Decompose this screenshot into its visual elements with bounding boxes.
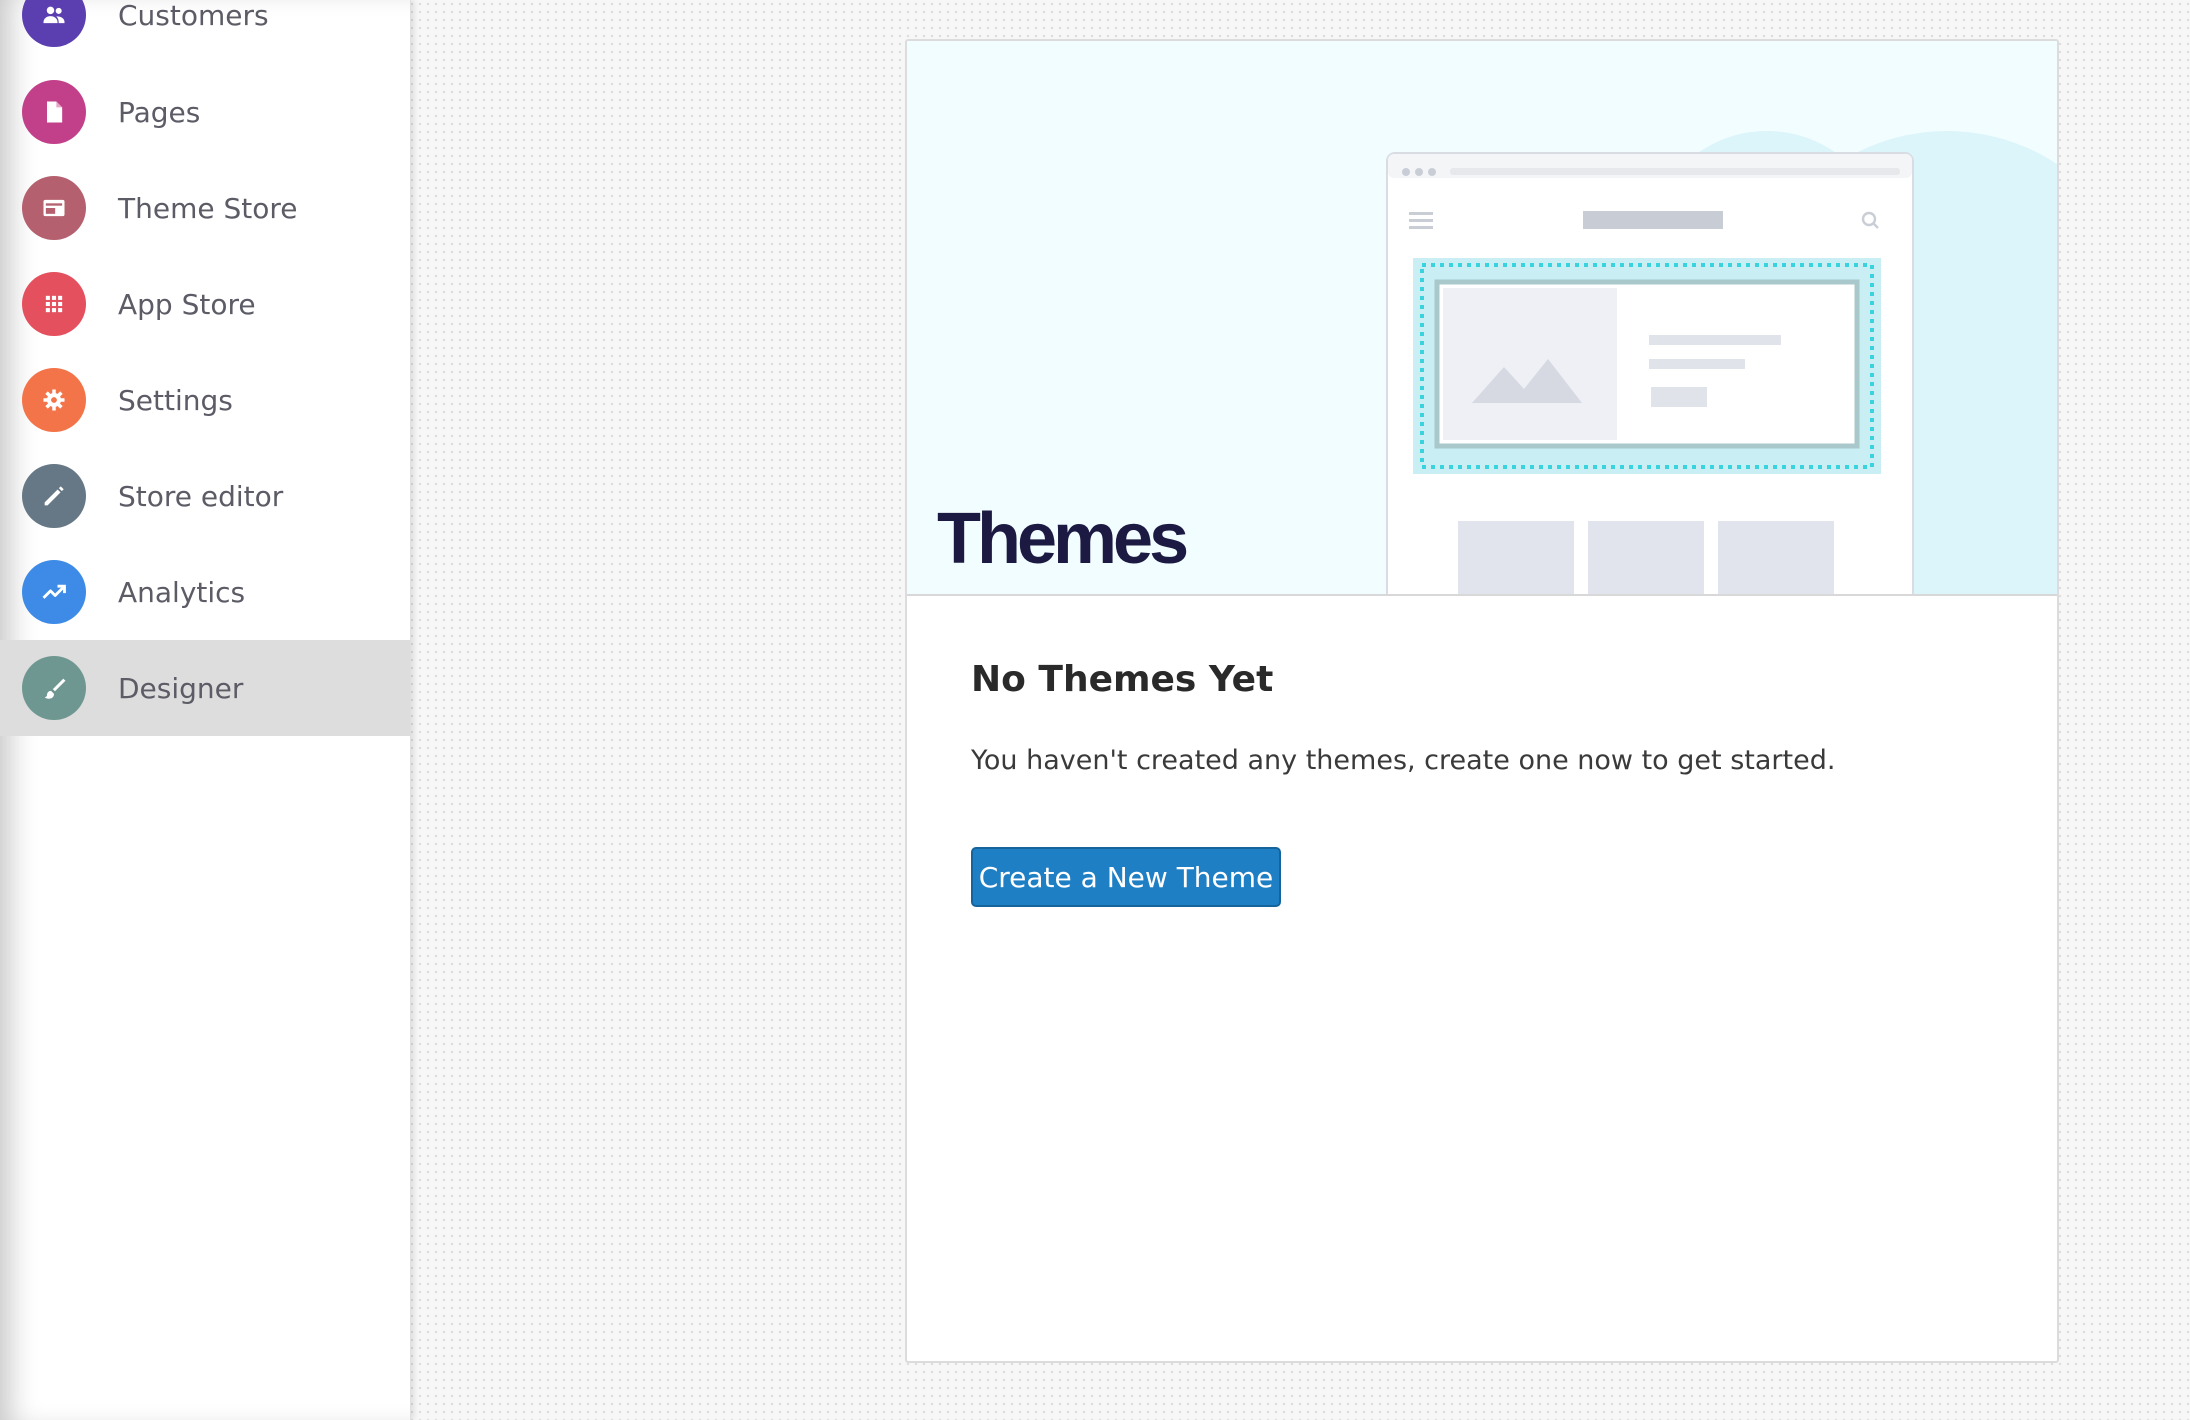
sidebar-item-label: Store editor [118,479,284,513]
sidebar-item-label: Theme Store [118,191,298,225]
trending-up-icon [22,560,86,624]
sidebar-item-store-editor[interactable]: Store editor [0,448,410,544]
sidebar-item-theme-store[interactable]: Theme Store [0,160,410,256]
theme-store-icon [22,176,86,240]
empty-state-heading: No Themes Yet [971,659,1274,700]
sidebar-item-label: Analytics [118,575,246,609]
brush-icon [22,656,86,720]
users-icon [22,0,86,47]
sidebar: Customers Pages Theme Store App Store Se… [0,0,411,1420]
sidebar-item-label: Settings [118,383,233,417]
sidebar-item-designer[interactable]: Designer [0,640,410,736]
sidebar-item-analytics[interactable]: Analytics [0,544,410,640]
gear-icon [22,368,86,432]
create-new-theme-button[interactable]: Create a New Theme [971,847,1281,907]
themes-card: Themes No Themes Yet You haven't created… [905,39,2059,1363]
sidebar-item-app-store[interactable]: App Store [0,256,410,352]
sidebar-item-label: App Store [118,287,256,321]
themes-hero-banner: Themes [907,41,2057,596]
document-icon [22,80,86,144]
apps-grid-icon [22,272,86,336]
sidebar-item-pages[interactable]: Pages [0,64,410,160]
sidebar-item-label: Pages [118,95,201,129]
sidebar-item-settings[interactable]: Settings [0,352,410,448]
empty-state-description: You haven't created any themes, create o… [971,745,1836,776]
sidebar-item-label: Customers [118,0,269,32]
hero-title: Themes [937,499,1189,579]
pencil-icon [22,464,86,528]
sidebar-item-customers[interactable]: Customers [0,0,410,63]
sidebar-item-label: Designer [118,671,244,705]
